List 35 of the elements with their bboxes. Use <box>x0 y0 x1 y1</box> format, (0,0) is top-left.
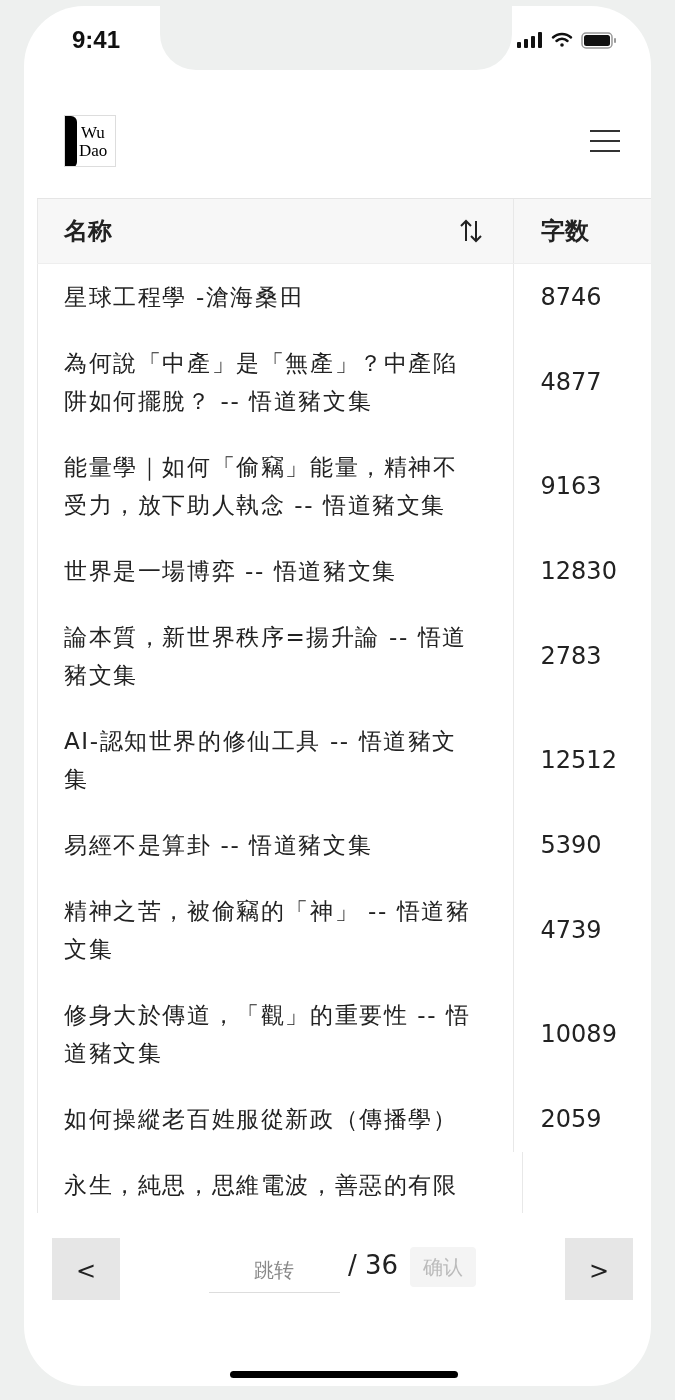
name-cell[interactable]: 為何說「中產」是「無產」？中產陷阱如何擺脫？ -- 悟道豬文集 <box>37 330 514 434</box>
count-cell-text: 9163 <box>539 471 603 502</box>
wifi-icon <box>551 32 573 48</box>
count-cell-text: 12512 <box>539 745 618 776</box>
menu-icon[interactable] <box>589 129 621 153</box>
column-header[interactable]: 名称 <box>37 199 514 263</box>
count-cell-text: 10089 <box>539 1019 618 1050</box>
name-cell[interactable]: 星球工程學 -滄海桑田 <box>37 264 514 330</box>
name-cell[interactable]: 論本質，新世界秩序=揚升論 -- 悟道豬文集 <box>37 604 514 708</box>
column-header[interactable]: 字数 <box>513 199 651 263</box>
signal-icon <box>517 32 543 48</box>
name-cell[interactable]: 世界是一場博弈 -- 悟道豬文集 <box>37 538 514 604</box>
battery-icon <box>581 31 617 49</box>
page-jump-field[interactable]: 跳转 <box>208 1248 340 1293</box>
name-cell[interactable]: 能量學｜如何「偷竊」能量，精神不受力，放下助人執念 -- 悟道豬文集 <box>37 434 514 538</box>
logo-mark <box>65 116 77 166</box>
logo-text: Dao <box>79 142 108 160</box>
name-cell[interactable]: 如何操縱老百姓服從新政（傳播學） <box>37 1086 514 1152</box>
next-page-button[interactable]: > <box>565 1238 633 1300</box>
name-cell[interactable]: 易經不是算卦 -- 悟道豬文集 <box>37 812 514 878</box>
count-cell-text: 4739 <box>539 915 603 946</box>
count-cell-text: 4877 <box>539 367 603 398</box>
count-cell-text: 8746 <box>539 282 603 313</box>
name-cell[interactable]: 修身大於傳道，「觀」的重要性 -- 悟道豬文集 <box>37 982 514 1086</box>
count-cell-text: 2059 <box>539 1104 603 1135</box>
name-cell[interactable]: 精神之苦，被偷竊的「神」 -- 悟道豬文集 <box>37 878 514 982</box>
name-cell[interactable]: AI-認知世界的修仙工具 -- 悟道豬文集 <box>37 708 514 812</box>
count-cell-text: 12830 <box>539 556 618 587</box>
status-time: 9:41 <box>72 25 121 55</box>
prev-page-button[interactable]: < <box>52 1238 120 1300</box>
name-cell[interactable]: 永生，純思，思維電波，善惡的有限 <box>37 1152 523 1213</box>
total-pages: / 36 <box>347 1248 399 1282</box>
logo-text: Wu <box>81 124 105 142</box>
count-cell-text: 5390 <box>539 830 603 861</box>
count-cell-text: 2783 <box>539 641 603 672</box>
